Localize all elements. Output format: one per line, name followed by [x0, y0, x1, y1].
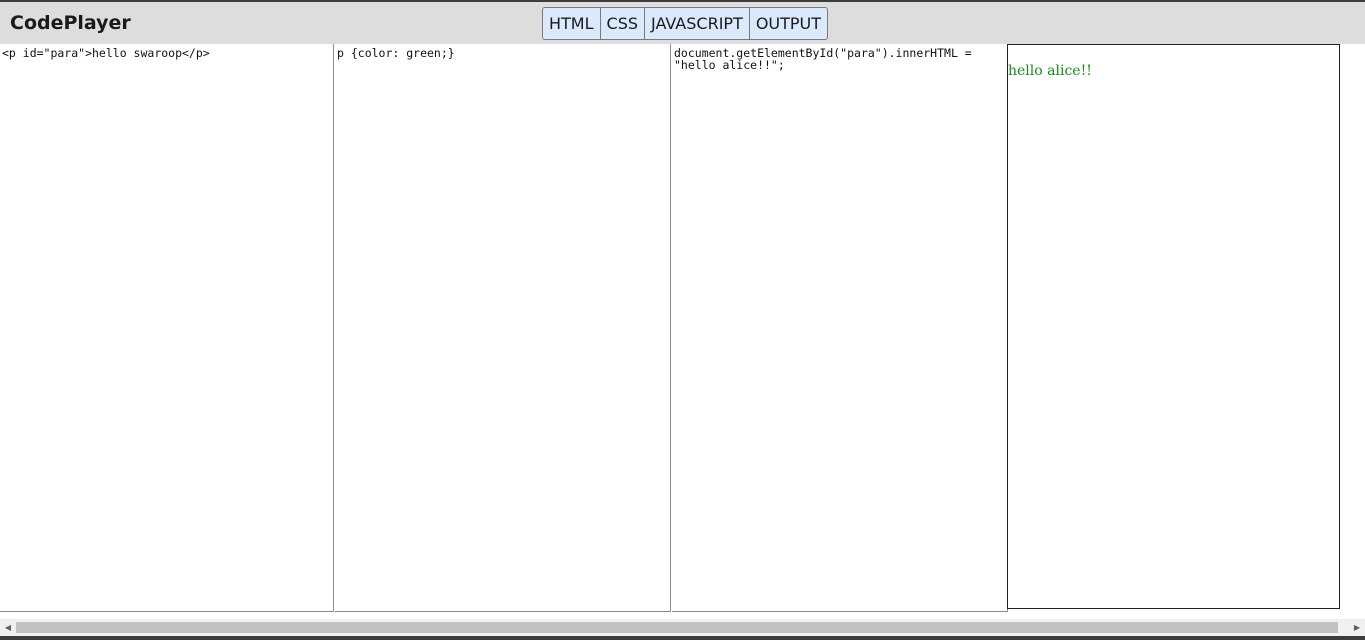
scroll-right-arrow-icon[interactable]: ▶: [1349, 619, 1365, 636]
toggle-javascript-button[interactable]: JAVASCRIPT: [644, 8, 749, 39]
output-paragraph: hello alice!!: [1008, 63, 1092, 79]
toggle-css-button[interactable]: CSS: [599, 8, 644, 39]
horizontal-scrollbar[interactable]: ◀ ▶: [0, 619, 1365, 636]
output-frame: hello alice!!: [1007, 44, 1340, 609]
topbar: CodePlayer HTML CSS JAVASCRIPT OUTPUT: [0, 2, 1365, 44]
css-code-editor[interactable]: p {color: green;}: [335, 44, 671, 612]
toggle-output-button[interactable]: OUTPUT: [748, 8, 827, 39]
taskbar-edge: [0, 636, 1365, 640]
html-code-editor[interactable]: <p id="para">hello swaroop</p>: [0, 44, 334, 612]
toggle-html-button[interactable]: HTML: [543, 8, 600, 39]
scroll-left-arrow-icon[interactable]: ◀: [0, 619, 16, 636]
app-logo: CodePlayer: [10, 12, 131, 34]
codeplayer-page: CodePlayer HTML CSS JAVASCRIPT OUTPUT <p…: [0, 0, 1365, 640]
javascript-code-editor[interactable]: document.getElementById("para").innerHTM…: [672, 44, 1008, 612]
scrollbar-thumb[interactable]: [16, 622, 1338, 633]
panel-toggle-group: HTML CSS JAVASCRIPT OUTPUT: [542, 7, 829, 40]
